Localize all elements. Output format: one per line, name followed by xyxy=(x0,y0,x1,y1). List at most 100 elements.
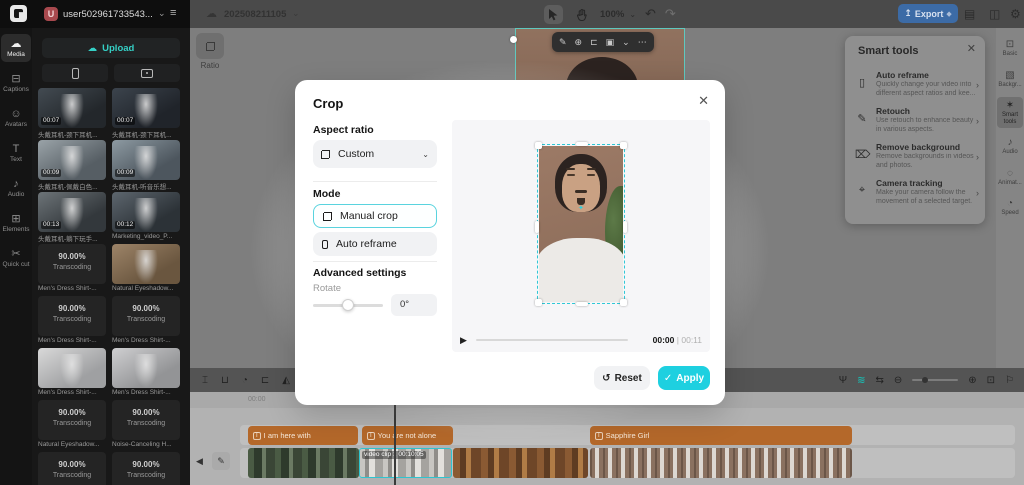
media-item[interactable]: 00:13 头戴耳机-躺下玩手... xyxy=(38,192,106,244)
split-icon[interactable]: ⌶ xyxy=(202,375,208,386)
rail-item-audio[interactable]: ♪ Audio xyxy=(997,134,1023,159)
seek-bar[interactable] xyxy=(475,339,628,341)
media-item[interactable]: 90.00% Transcoding xyxy=(38,452,106,485)
chevron-down-icon[interactable]: ⌄ xyxy=(292,8,300,19)
media-item[interactable]: 90.00% Transcoding Men's Dress Shirt-... xyxy=(38,244,106,296)
sidebar-item-quick-cut[interactable]: ✂ Quick cut xyxy=(1,244,31,272)
undo-icon[interactable]: ↶ xyxy=(645,6,656,22)
text-clip[interactable]: T You are not alone xyxy=(362,426,453,445)
more-icon[interactable]: ⋯ xyxy=(638,37,647,47)
video-clip[interactable] xyxy=(453,448,588,478)
zoom-level[interactable]: 100% xyxy=(600,9,624,20)
sidebar-item-captions[interactable]: ⊟ Captions xyxy=(1,69,31,97)
media-item[interactable]: 00:12 Marketing_video_P... xyxy=(112,192,180,244)
media-item[interactable]: Men's Dress Shirt-... xyxy=(38,348,106,400)
delete-icon[interactable]: ⊔ xyxy=(221,375,229,386)
project-name[interactable]: 202508211105 xyxy=(224,9,286,20)
sidebar-item-elements[interactable]: ⊞ Elements xyxy=(1,209,31,237)
upload-button[interactable]: ☁ Upload xyxy=(42,38,180,58)
sidebar-item-avatars[interactable]: ☺ Avatars xyxy=(1,104,31,132)
rail-item-label: Smart tools xyxy=(1001,112,1018,125)
ratio-label: Ratio xyxy=(200,61,220,70)
media-item[interactable]: 90.00% Transcoding Men's Dress Shirt-... xyxy=(112,296,180,348)
rail-item-basic[interactable]: ⊡ Basic xyxy=(997,36,1023,61)
freeze-icon[interactable]: ◔ xyxy=(242,375,248,386)
rail-item-backgr-[interactable]: ▧ Backgr... xyxy=(997,67,1023,92)
chevron-down-icon[interactable]: ⌄ xyxy=(622,37,630,47)
text-clip[interactable]: T Sapphire Girl xyxy=(590,426,852,445)
media-item[interactable]: 00:09 头戴耳机-佩戴白色... xyxy=(38,140,106,192)
sidebar-item-media[interactable]: ☁ Media xyxy=(1,34,31,62)
smart-tool-auto-reframe[interactable]: ▯ Auto reframe Quickly change your video i… xyxy=(853,66,981,102)
media-item[interactable]: 90.00% Transcoding Natural Eyeshadow... xyxy=(38,400,106,452)
from-screen-button[interactable] xyxy=(114,64,180,82)
chevron-down-icon[interactable]: ⌄ xyxy=(629,10,636,19)
export-button[interactable]: ↥ Export ◆ xyxy=(898,4,958,23)
smart-tool-retouch[interactable]: ✎ Retouch Use retouch to enhance beauty in… xyxy=(853,102,981,138)
hand-tool-button[interactable] xyxy=(572,5,591,24)
sidebar-item-text[interactable]: T Text xyxy=(1,139,31,167)
reset-button[interactable]: ↺ Reset xyxy=(594,366,650,390)
cloud-sync-icon: ☁ xyxy=(206,8,217,20)
slider-handle[interactable] xyxy=(342,299,354,311)
username[interactable]: user502961733543... xyxy=(63,9,153,20)
chevron-down-icon[interactable]: ⌄ xyxy=(158,8,166,19)
rotate-value[interactable]: 0° xyxy=(391,294,437,316)
media-item[interactable]: Natural Eyeshadow... xyxy=(112,244,180,296)
overlay-icon[interactable]: ▣ xyxy=(606,37,615,47)
layout-icon[interactable]: ◫ xyxy=(989,7,1000,21)
apply-button[interactable]: ✓ Apply xyxy=(658,366,710,390)
avatar[interactable]: U xyxy=(44,7,58,21)
media-item[interactable]: 00:07 头戴耳机-颈下耳机... xyxy=(38,88,106,140)
media-item[interactable]: 90.00% Transcoding xyxy=(112,452,180,485)
settings-gear-icon[interactable]: ⚙ xyxy=(1010,7,1021,21)
video-clip-selected[interactable]: video clip 1 00:10:05 xyxy=(359,448,452,478)
rail-item-animat-[interactable]: ◌ Animat... xyxy=(997,165,1023,190)
smart-tool-title: Retouch xyxy=(876,106,910,116)
fit-timeline-icon[interactable]: ⊡ xyxy=(987,375,995,386)
track-edit-icon[interactable]: ✎ xyxy=(212,452,230,470)
auto-reframe-button[interactable]: Auto reframe xyxy=(313,232,437,256)
zoom-out-icon[interactable]: ⊖ xyxy=(894,375,902,386)
zoom-in-icon[interactable]: ⊕ xyxy=(968,375,976,386)
smart-tool-camera-tracking[interactable]: ⌖ Camera tracking Make your camera follow … xyxy=(853,174,981,210)
voice-effect-icon[interactable]: ≋ xyxy=(857,375,865,386)
rotate-slider[interactable] xyxy=(313,299,383,311)
media-item[interactable]: 00:09 头戴耳机-听音乐想... xyxy=(112,140,180,192)
sidebar-item-audio[interactable]: ♪ Audio xyxy=(1,174,31,202)
ratio-button[interactable] xyxy=(196,33,224,59)
redo-icon[interactable]: ↷ xyxy=(665,6,676,22)
workspace-menu-icon[interactable]: ≡ xyxy=(170,7,176,19)
track-mute-icon[interactable]: ◀ xyxy=(196,456,203,467)
from-phone-button[interactable] xyxy=(42,64,108,82)
aspect-ratio-dropdown[interactable]: Custom ⌄ xyxy=(313,140,437,168)
media-item[interactable]: 00:07 头戴耳机-颈下耳机... xyxy=(112,88,180,140)
audio-split-icon[interactable]: ⇆ xyxy=(875,375,883,386)
crop-selection[interactable] xyxy=(535,142,627,306)
media-item[interactable]: Men's Dress Shirt-... xyxy=(112,348,180,400)
media-item[interactable]: 90.00% Transcoding Noise-Canceling H... xyxy=(112,400,180,452)
cursor-tool-button[interactable] xyxy=(544,4,563,24)
rail-item-smart-tools[interactable]: ✶ Smart tools xyxy=(997,97,1023,128)
text-clip[interactable]: TI am here with xyxy=(248,426,358,445)
zoom-slider[interactable] xyxy=(912,377,959,383)
close-icon[interactable]: ✕ xyxy=(967,42,976,55)
selection-handle[interactable] xyxy=(510,36,517,43)
add-icon[interactable]: ⊕ xyxy=(575,37,583,47)
manual-crop-button[interactable]: Manual crop xyxy=(313,204,437,228)
crop-icon[interactable]: ⊏ xyxy=(261,375,269,386)
rail-item-speed[interactable]: ◔ Speed xyxy=(997,195,1023,220)
snap-icon[interactable]: ⚐ xyxy=(1005,375,1014,386)
print-icon[interactable]: ▤ xyxy=(964,7,975,21)
video-clip[interactable] xyxy=(248,448,359,478)
video-clip[interactable] xyxy=(590,448,852,478)
adjust-icon[interactable]: ✎ xyxy=(559,37,567,47)
close-icon[interactable]: ✕ xyxy=(698,93,709,109)
smart-tool-remove-background[interactable]: ⌦ Remove background Remove backgrounds in … xyxy=(853,138,981,174)
crop-icon[interactable]: ⊏ xyxy=(590,37,598,47)
play-icon[interactable]: ▶ xyxy=(460,335,467,346)
mic-icon[interactable]: Ψ xyxy=(839,375,847,386)
media-item[interactable]: 90.00% Transcoding Men's Dress Shirt-... xyxy=(38,296,106,348)
mirror-icon[interactable]: ◭ xyxy=(282,375,290,386)
capcut-logo-icon[interactable] xyxy=(10,5,27,22)
